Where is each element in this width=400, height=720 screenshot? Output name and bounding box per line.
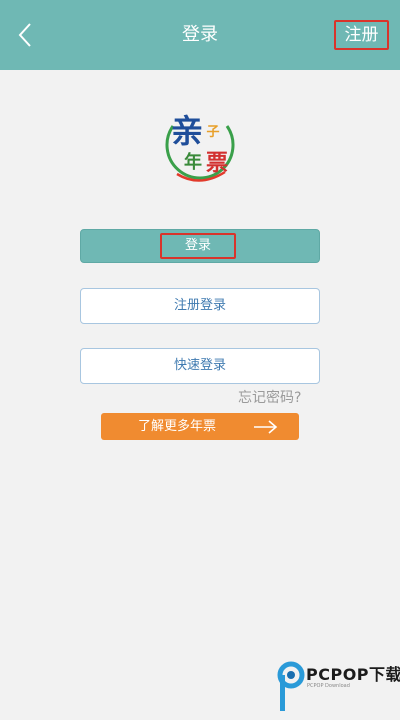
logo-char-4: 票 — [206, 150, 228, 176]
learn-more-pass-button[interactable]: 了解更多年票 — [101, 413, 299, 440]
pcpop-logo-icon — [277, 661, 305, 711]
login-button-label: 登录 — [160, 233, 236, 259]
app-logo: 亲 子 年 票 — [161, 104, 239, 188]
top-bar: 登录 注册 — [0, 0, 400, 70]
back-button[interactable] — [8, 14, 42, 56]
watermark: PCPOP下载 PCPOP Download — [276, 656, 400, 716]
register-login-button[interactable]: 注册登录 — [80, 288, 320, 324]
learn-more-label: 了解更多年票 — [138, 419, 217, 434]
logo-char-1: 亲 — [171, 112, 203, 150]
logo-char-3: 年 — [184, 151, 202, 173]
quick-login-button[interactable]: 快速登录 — [80, 348, 320, 384]
arrow-right-icon — [254, 420, 278, 434]
forgot-password-link[interactable]: 忘记密码? — [238, 387, 301, 407]
chevron-left-icon — [18, 23, 31, 47]
watermark-brand: PCPOP下载 — [306, 665, 400, 684]
logo-emblem-icon: 亲 子 年 票 — [165, 112, 235, 182]
login-button[interactable]: 登录 — [80, 229, 320, 263]
register-button[interactable]: 注册 — [334, 20, 389, 50]
logo-char-2: 子 — [206, 125, 219, 140]
watermark-subtext: PCPOP Download — [307, 683, 350, 689]
